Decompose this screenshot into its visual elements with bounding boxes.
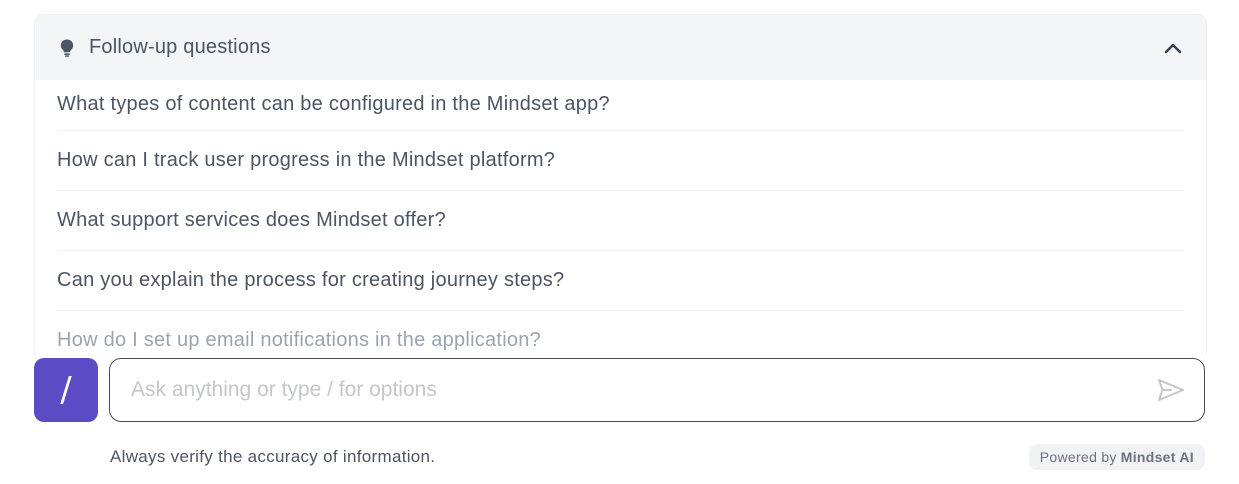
chevron-up-icon[interactable] [1162, 37, 1184, 59]
powered-by-badge[interactable]: Powered by Mindset AI [1028, 444, 1205, 470]
powered-by-label: Powered by [1039, 449, 1117, 465]
powered-by-brand: Mindset AI [1120, 449, 1194, 465]
chat-input[interactable] [110, 377, 1156, 403]
followup-header[interactable]: Follow-up questions [35, 15, 1206, 80]
chat-input-container [109, 358, 1205, 422]
command-button[interactable]: / [34, 358, 98, 422]
followup-question[interactable]: What types of content can be configured … [57, 80, 1184, 131]
lightbulb-icon [59, 38, 75, 58]
followup-question[interactable]: What support services does Mindset offer… [57, 191, 1184, 251]
disclaimer-text: Always verify the accuracy of informatio… [110, 447, 436, 466]
followup-panel: Follow-up questions What types of conten… [34, 14, 1207, 355]
followup-question-list: What types of content can be configured … [35, 80, 1206, 355]
followup-question[interactable]: How can I track user progress in the Min… [57, 131, 1184, 191]
followup-question[interactable]: How do I set up email notifications in t… [57, 311, 1184, 355]
followup-title: Follow-up questions [89, 36, 271, 58]
send-icon[interactable] [1156, 375, 1186, 405]
followup-question[interactable]: Can you explain the process for creating… [57, 251, 1184, 311]
